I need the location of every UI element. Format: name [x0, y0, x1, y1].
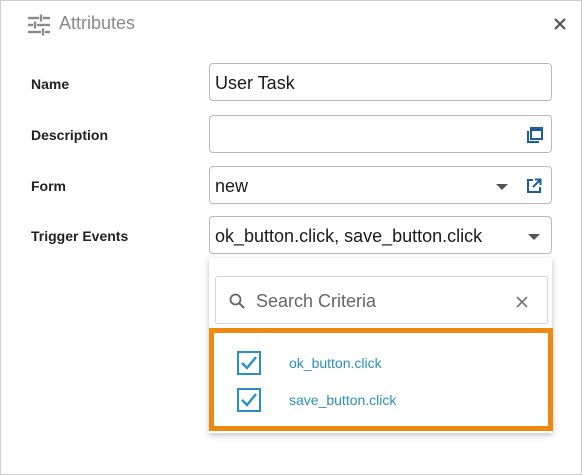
trigger-events-value: ok_button.click, save_button.click — [215, 226, 483, 246]
form-select[interactable]: new — [209, 166, 552, 204]
name-label: Name — [31, 76, 70, 92]
clear-search-icon[interactable] — [516, 295, 528, 308]
list-item[interactable]: save_button.click — [237, 388, 537, 416]
chevron-down-icon[interactable] — [528, 234, 540, 240]
form-label: Form — [31, 178, 66, 194]
expand-window-icon[interactable] — [527, 127, 543, 143]
close-icon — [554, 18, 566, 30]
trigger-events-select[interactable]: ok_button.click, save_button.click — [209, 216, 552, 254]
name-value: User Task — [215, 73, 295, 93]
checkbox-checked-icon[interactable] — [237, 351, 261, 375]
list-item[interactable]: ok_button.click — [237, 351, 537, 379]
option-label[interactable]: save_button.click — [289, 392, 396, 408]
panel-title: Attributes — [59, 13, 136, 33]
option-label[interactable]: ok_button.click — [289, 355, 382, 371]
close-button[interactable] — [553, 17, 567, 31]
search-icon — [229, 293, 245, 309]
sliders-icon — [27, 14, 51, 36]
name-input[interactable]: User Task — [209, 63, 552, 101]
form-value: new — [215, 176, 249, 196]
open-external-icon[interactable] — [526, 178, 542, 194]
trigger-events-label: Trigger Events — [31, 228, 129, 244]
search-input[interactable]: Search Criteria — [256, 291, 376, 312]
attributes-panel: Attributes Name User Task Description Fo… — [0, 0, 582, 475]
panel-header: Attributes — [1, 1, 581, 47]
chevron-down-icon[interactable] — [496, 184, 508, 190]
description-label: Description — [31, 127, 109, 143]
search-field[interactable]: Search Criteria — [215, 276, 548, 324]
description-input[interactable] — [209, 115, 552, 153]
options-highlight: ok_button.click save_button.click — [209, 328, 553, 431]
checkbox-checked-icon[interactable] — [237, 388, 261, 412]
